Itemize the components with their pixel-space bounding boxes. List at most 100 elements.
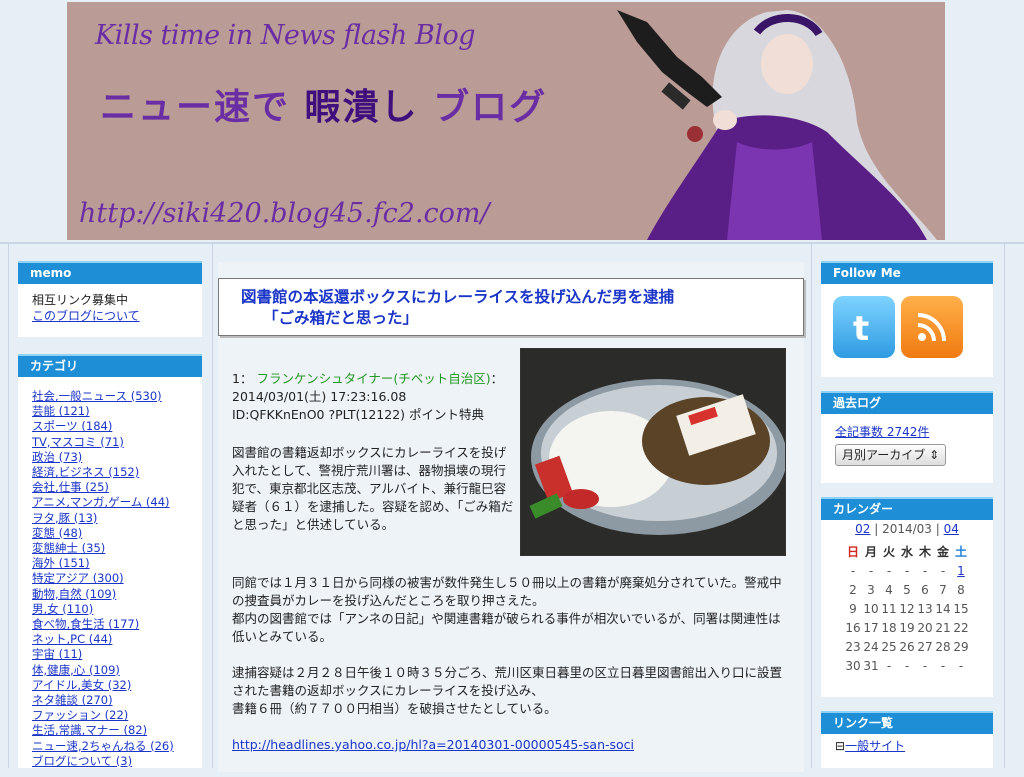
column-divider [811, 244, 812, 768]
calendar-day: - [940, 563, 946, 578]
category-link[interactable]: 変態紳士 (35) [32, 541, 105, 555]
calendar-weekday: 月 [864, 545, 877, 559]
calendar-weekday: 金 [936, 545, 949, 559]
post-meta: 1： フランケンシュタイナー(チベット自治区)：2014/03/01(土) 17… [232, 370, 514, 424]
calendar-day: 21 [935, 620, 951, 635]
calendar-day: 29 [953, 639, 969, 654]
twitter-icon[interactable]: t [833, 296, 895, 358]
category-link[interactable]: ニュー速,2ちゃんねる (26) [32, 739, 174, 753]
source-link[interactable]: http://headlines.yahoo.co.jp/hl?a=201403… [232, 737, 634, 752]
calendar-prev-link[interactable]: 02 [855, 522, 870, 536]
banner-title-part: ブログ [418, 87, 548, 128]
main-content: 図書館の本返還ボックスにカレーライスを投げ込んだ男を逮捕 「ごみ箱だと思った」 … [218, 262, 804, 772]
category-item: 体,健康,心 (109) [32, 663, 188, 678]
category-link[interactable]: ファッション (22) [32, 708, 128, 722]
post-body: 同館では１月３１日から同様の被害が数件発生し５０冊以上の書籍が廃棄処分されていた… [232, 574, 792, 754]
category-link[interactable]: 会社,仕事 (25) [32, 480, 109, 494]
calendar-day: 19 [899, 620, 915, 635]
category-link[interactable]: TV,マスコミ (71) [32, 435, 124, 449]
category-item: スポーツ (184) [32, 419, 188, 434]
calendar-day: - [940, 658, 946, 673]
calendar-day: 9 [849, 601, 857, 616]
all-articles-link[interactable]: 全記事数 2742件 [835, 425, 929, 439]
banner-url: http://siki420.blog45.fc2.com/ [79, 198, 490, 229]
category-item: アニメ,マンガ,ゲーム (44) [32, 495, 188, 510]
calendar-day: 6 [921, 582, 929, 597]
links-body: ⊟一般サイト [821, 734, 993, 758]
post-paragraph: 同館では１月３１日から同様の被害が数件発生し５０冊以上の書籍が廃棄処分されていた… [232, 575, 782, 608]
calendar-box: カレンダー 02 | 2014/03 | 04 日月火水木金土------123… [821, 497, 993, 697]
rss-icon[interactable] [901, 296, 963, 358]
archive-heading: 過去ログ [821, 391, 993, 414]
category-link[interactable]: 体,健康,心 (109) [32, 663, 120, 677]
post-paragraph: 逮捕容疑は２月２８日午後１０時３５分ごろ、荒川区東日暮里の区立日暮里図書館出入り… [232, 665, 783, 698]
follow-icons: t [821, 284, 993, 370]
category-link[interactable]: 政治 (73) [32, 450, 82, 464]
calendar-day: - [904, 658, 910, 673]
post-paragraph: 都内の図書館では「アンネの日記」や関連書籍が破られる事件が相次いでいるが、同署は… [232, 611, 781, 644]
category-link[interactable]: 社会,一般ニュース (530) [32, 389, 162, 403]
category-item: 生活,常識,マナー (82) [32, 723, 188, 738]
calendar-weekday: 木 [918, 545, 931, 559]
calendar-next-link[interactable]: 04 [944, 522, 959, 536]
category-link[interactable]: 海外 (151) [32, 556, 90, 570]
category-link[interactable]: 男,女 (110) [32, 602, 93, 616]
follow-heading: Follow Me [821, 261, 993, 284]
category-item: 政治 (73) [32, 450, 188, 465]
monthly-archive-select[interactable]: 月別アーカイブ ⇕ [835, 444, 947, 466]
select-arrows-icon: ⇕ [929, 448, 940, 462]
category-link[interactable]: 食べ物,食生活 (177) [32, 617, 139, 631]
calendar-day: 27 [917, 639, 933, 654]
category-link[interactable]: 芸能 (121) [32, 404, 90, 418]
banner-title-part: ニュー速で [100, 87, 305, 128]
category-link[interactable]: 動物,自然 (109) [32, 587, 116, 601]
about-blog-link[interactable]: このブログについて [32, 309, 140, 323]
archive-body: 全記事数 2742件 月別アーカイブ ⇕ [821, 414, 993, 476]
post-lead: 図書館の書籍返却ボックスにカレーライスを投げ入れたとして、警視庁荒川署は、器物損… [232, 445, 514, 532]
article-title[interactable]: 図書館の本返還ボックスにカレーライスを投げ込んだ男を逮捕 「ごみ箱だと思った」 [219, 279, 803, 329]
category-link[interactable]: 特定アジア (300) [32, 571, 124, 585]
calendar: 02 | 2014/03 | 04 日月火水木金土------123456789… [821, 522, 993, 675]
category-link[interactable]: ヲタ,豚 (13) [32, 511, 97, 525]
article-title-line: 「ごみ箱だと思った」 [263, 309, 419, 327]
calendar-day: 16 [845, 620, 861, 635]
category-item: ニュー速,2ちゃんねる (26) [32, 739, 188, 754]
category-link[interactable]: ネット,PC (44) [32, 632, 112, 646]
article-title-box: 図書館の本返還ボックスにカレーライスを投げ込んだ男を逮捕 「ごみ箱だと思った」 [218, 278, 804, 336]
category-item: 海外 (151) [32, 556, 188, 571]
calendar-table: 日月火水木金土 - - - - - -1 2 3 4 5 6 7 8 9 10 11 12 13 14 15 16 17 18… [844, 542, 970, 675]
category-link[interactable]: 宇宙 (11) [32, 647, 82, 661]
category-link[interactable]: 経済,ビジネス (152) [32, 465, 139, 479]
category-link[interactable]: アイドル,美女 (32) [32, 678, 131, 692]
memo-heading: memo [18, 261, 202, 284]
category-item: ネタ雑談 (270) [32, 693, 188, 708]
calendar-day: 18 [881, 620, 897, 635]
category-link[interactable]: アニメ,マンガ,ゲーム (44) [32, 495, 170, 509]
calendar-day: - [868, 563, 874, 578]
column-divider [212, 244, 213, 768]
calendar-weekday: 水 [900, 545, 913, 559]
calendar-current-month: | 2014/03 | [870, 522, 944, 536]
calendar-heading: カレンダー [821, 497, 993, 520]
category-link[interactable]: ブログについて (3) [32, 754, 132, 768]
post-paragraph: 書籍６冊（約７７００円相当）を破損させたとしている。 [232, 701, 557, 716]
calendar-day: 7 [939, 582, 947, 597]
category-item: 男,女 (110) [32, 602, 188, 617]
calendar-weekday: 火 [882, 545, 895, 559]
calendar-day: 15 [953, 601, 969, 616]
category-item: ファッション (22) [32, 708, 188, 723]
calendar-day: 24 [863, 639, 879, 654]
general-sites-link[interactable]: 一般サイト [845, 739, 905, 753]
calendar-day-link[interactable]: 1 [957, 564, 965, 578]
banner-japanese-title: ニュー速で 暇潰し ブログ [100, 78, 547, 130]
calendar-day: 12 [899, 601, 915, 616]
category-link[interactable]: 変態 (48) [32, 526, 82, 540]
calendar-day: 11 [881, 601, 897, 616]
calendar-day: 14 [935, 601, 951, 616]
calendar-day: 13 [917, 601, 933, 616]
header-banner[interactable]: Kills time in News flash Blog ニュー速で 暇潰し … [67, 2, 945, 240]
category-link[interactable]: スポーツ (184) [32, 419, 112, 433]
category-link[interactable]: 生活,常識,マナー (82) [32, 723, 147, 737]
calendar-day: 31 [863, 658, 879, 673]
category-link[interactable]: ネタ雑談 (270) [32, 693, 113, 707]
